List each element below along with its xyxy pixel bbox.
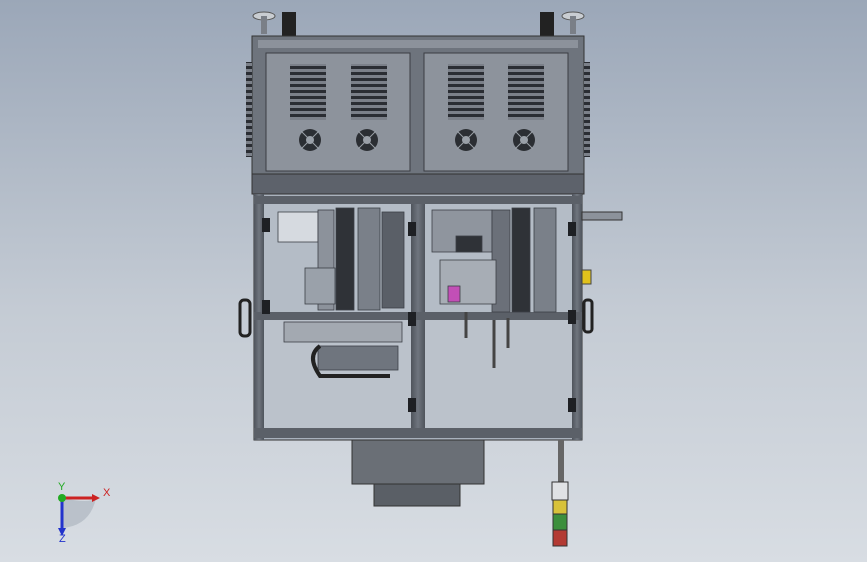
cabinet-base-plate	[251, 173, 585, 195]
vent-grille	[508, 64, 544, 120]
coordinate-triad: X Y Z	[58, 481, 111, 545]
cabinet-door-right[interactable]	[423, 52, 569, 172]
door-handle-right[interactable]	[582, 298, 594, 334]
upper-electrical-cabinet[interactable]	[246, 35, 590, 185]
axis-label-y: Y	[58, 481, 66, 493]
fan-icon	[356, 129, 378, 151]
cabinet-door-left[interactable]	[265, 52, 411, 172]
glass-panel	[425, 320, 572, 428]
signal-tower[interactable]	[551, 440, 569, 547]
vent-grille	[290, 64, 326, 120]
door-handle-left[interactable]	[238, 298, 252, 338]
fan-icon	[299, 129, 321, 151]
axis-label-x: X	[103, 487, 111, 499]
lower-machine-frame[interactable]	[238, 193, 623, 441]
cad-viewport[interactable]: X Y Z	[0, 0, 867, 562]
fan-icon	[513, 129, 535, 151]
fan-icon	[455, 129, 477, 151]
vent-grille	[448, 64, 484, 120]
top-leveling-feet	[252, 11, 585, 36]
base-platform	[351, 439, 485, 507]
axis-label-z: Z	[59, 533, 66, 545]
vent-grille	[351, 64, 387, 120]
emergency-button[interactable]	[581, 269, 592, 285]
